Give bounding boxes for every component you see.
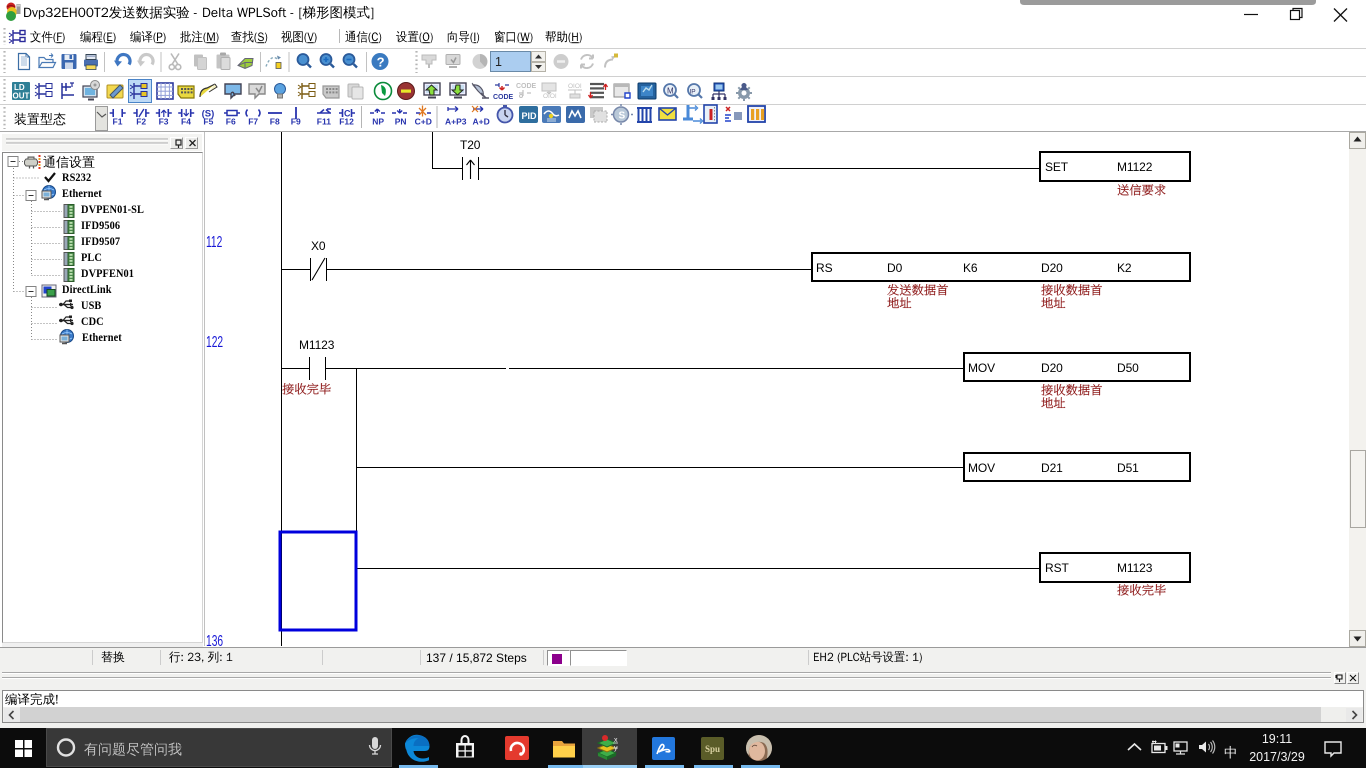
svg-text:F4: F4	[181, 117, 191, 127]
svg-text:S: S	[619, 111, 626, 122]
svg-text:?: ?	[377, 54, 385, 69]
svg-text:CODE: CODE	[516, 83, 537, 90]
svg-text:A+P3: A+P3	[445, 117, 467, 127]
svg-text:F9: F9	[291, 117, 301, 127]
svg-text:y: y	[614, 745, 618, 752]
svg-text:M: M	[667, 87, 674, 96]
svg-text:OUT: OUT	[13, 92, 30, 101]
svg-text:NP: NP	[372, 117, 384, 127]
svg-text:F3: F3	[159, 117, 169, 127]
svg-text:F8: F8	[270, 117, 280, 127]
svg-text:IP: IP	[690, 89, 696, 96]
svg-text:F7: F7	[248, 117, 258, 127]
svg-text:OIOI: OIOI	[568, 83, 582, 90]
svg-text:F12: F12	[339, 117, 354, 127]
svg-text:F5: F5	[203, 117, 213, 127]
svg-text:F11: F11	[317, 117, 331, 127]
svg-text:Spu: Spu	[705, 744, 720, 754]
svg-text:OIOI: OIOI	[543, 93, 557, 100]
svg-text:F6: F6	[226, 117, 236, 127]
svg-text:F1: F1	[113, 117, 123, 127]
svg-text:A+D: A+D	[473, 117, 490, 127]
svg-text:PID: PID	[522, 111, 538, 121]
svg-text:CODE: CODE	[493, 94, 514, 101]
svg-text:C+D: C+D	[415, 117, 432, 127]
svg-text:F2: F2	[136, 117, 146, 127]
svg-text:PN: PN	[395, 117, 407, 127]
